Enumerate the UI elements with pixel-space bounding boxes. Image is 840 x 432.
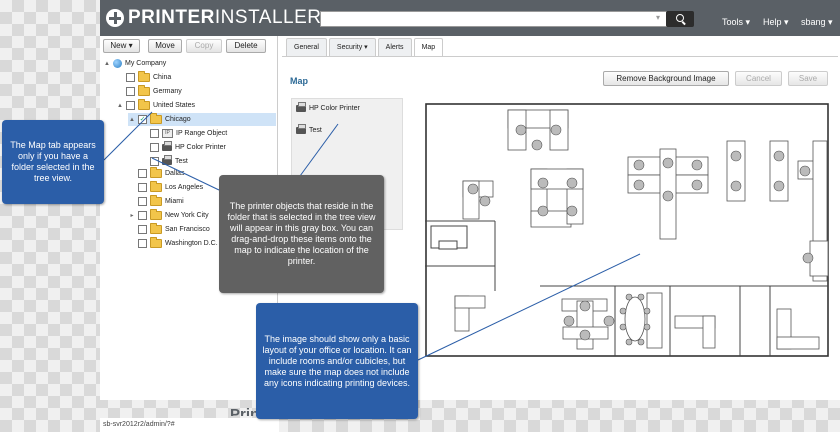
checkbox-checked[interactable]: ✓ xyxy=(138,115,147,124)
tab-security[interactable]: Security ▾ xyxy=(328,38,376,56)
tree-item-label: Dallas xyxy=(165,170,185,177)
tree-item-label: Chicago xyxy=(165,116,191,123)
menu-help[interactable]: Help ▾ xyxy=(763,17,789,28)
expand-icon[interactable]: ▸ xyxy=(128,212,136,219)
tab-map[interactable]: Map xyxy=(413,38,444,57)
folder-icon xyxy=(150,223,162,234)
search-dropdown-icon[interactable]: ▾ xyxy=(656,13,660,22)
checkbox[interactable] xyxy=(138,183,147,192)
folder-icon xyxy=(150,181,162,192)
draggable-printer-hp-color[interactable]: HP Color Printer xyxy=(296,102,360,112)
tree-item-label: My Company xyxy=(125,60,167,67)
printer-label: Test xyxy=(309,127,322,134)
tree-item-label: New York City xyxy=(165,212,209,219)
tree-item-dallas[interactable]: Dallas xyxy=(128,167,184,180)
tree-item-label: HP Color Printer xyxy=(175,144,226,151)
collapse-icon[interactable]: ▲ xyxy=(103,61,111,67)
checkbox[interactable] xyxy=(150,129,159,138)
remove-background-image-button[interactable]: Remove Background Image xyxy=(603,71,729,86)
tree-item-ip-range-object[interactable]: IP IP Range Object xyxy=(140,127,227,140)
map-title: Map xyxy=(290,76,308,86)
tree-item-united-states[interactable]: ▲ United States xyxy=(116,99,195,112)
checkbox[interactable] xyxy=(126,101,135,110)
tree-item-label: San Francisco xyxy=(165,226,210,233)
folder-icon xyxy=(150,195,162,206)
folder-icon xyxy=(150,209,162,220)
tree-item-washington-dc[interactable]: Washington D.C. xyxy=(128,237,218,250)
globe-icon xyxy=(113,59,122,68)
collapse-icon[interactable]: ▲ xyxy=(116,103,124,109)
tree-item-label: Miami xyxy=(165,198,184,205)
tab-alerts[interactable]: Alerts xyxy=(377,38,412,56)
tree-item-label: United States xyxy=(153,102,196,109)
tree-item-chicago[interactable]: ▲ ✓ Chicago xyxy=(128,113,276,126)
top-bar: PRINTER INSTALLER ▾ Tools ▾ Help ▾ sbang… xyxy=(100,0,840,36)
tree-item-germany[interactable]: Germany xyxy=(116,85,182,98)
tree-item-hp-color-printer[interactable]: HP Color Printer xyxy=(140,141,226,154)
status-url: sb-svr2012r2/admin/?# xyxy=(100,418,279,432)
checkbox[interactable] xyxy=(138,239,147,248)
folder-icon xyxy=(138,99,150,110)
callout-background-image: The image should show only a basic layou… xyxy=(256,303,418,419)
printer-label: HP Color Printer xyxy=(309,105,360,112)
tree-item-label: Germany xyxy=(153,88,182,95)
folder-icon xyxy=(150,113,162,124)
tree-item-label: Los Angeles xyxy=(165,184,204,191)
cancel-button[interactable]: Cancel xyxy=(735,71,782,86)
save-button[interactable]: Save xyxy=(788,71,828,86)
printer-icon xyxy=(296,124,306,134)
folder-icon xyxy=(138,71,150,82)
tree-item-my-company[interactable]: ▲ My Company xyxy=(103,57,166,70)
logo-text-light: INSTALLER xyxy=(214,7,322,28)
checkbox[interactable] xyxy=(138,197,147,206)
folder-icon xyxy=(138,85,150,96)
logo-plus-icon xyxy=(106,9,124,27)
copy-button[interactable]: Copy xyxy=(186,39,222,53)
checkbox[interactable] xyxy=(138,211,147,220)
tree-item-label: Washington D.C. xyxy=(165,240,218,247)
ip-range-icon: IP xyxy=(162,129,173,138)
move-button[interactable]: Move xyxy=(148,39,182,53)
tab-bar: General Security ▾ Alerts Map xyxy=(286,38,445,57)
logo-text-bold: PRINTER xyxy=(128,7,215,28)
folder-icon xyxy=(150,237,162,248)
tree-item-label: Test xyxy=(175,158,188,165)
callout-map-tab: The Map tab appears only if you have a f… xyxy=(2,120,104,204)
tree-item-los-angeles[interactable]: Los Angeles xyxy=(128,181,203,194)
printer-installer-app: PRINTER INSTALLER ▾ Tools ▾ Help ▾ sbang… xyxy=(100,0,840,432)
new-button[interactable]: New ▾ xyxy=(103,39,140,53)
tree-item-new-york-city[interactable]: ▸ New York City xyxy=(128,209,209,222)
logo: PRINTER INSTALLER xyxy=(106,7,321,29)
folder-icon xyxy=(150,167,162,178)
tree-item-miami[interactable]: Miami xyxy=(128,195,184,208)
draggable-printer-test[interactable]: Test xyxy=(296,124,322,134)
search-input[interactable]: ▾ xyxy=(320,11,667,27)
printer-icon xyxy=(296,102,306,112)
delete-button[interactable]: Delete xyxy=(226,39,266,53)
search-icon xyxy=(676,14,684,22)
checkbox[interactable] xyxy=(126,87,135,96)
checkbox[interactable] xyxy=(150,143,159,152)
collapse-icon[interactable]: ▲ xyxy=(128,117,136,123)
tree-item-china[interactable]: China xyxy=(116,71,171,84)
search-button[interactable] xyxy=(666,11,694,27)
printer-icon xyxy=(162,141,172,151)
menu-user[interactable]: sbang ▾ xyxy=(801,17,833,28)
callout-printer-objects: The printer objects that reside in the f… xyxy=(219,175,384,293)
tree-item-label: IP Range Object xyxy=(176,130,228,137)
tree-item-san-francisco[interactable]: San Francisco xyxy=(128,223,210,236)
tab-general[interactable]: General xyxy=(286,38,327,56)
floor-plan-map[interactable] xyxy=(425,101,830,361)
checkbox[interactable] xyxy=(150,157,159,166)
printer-icon xyxy=(162,155,172,165)
checkbox[interactable] xyxy=(138,169,147,178)
tab-divider xyxy=(282,56,838,57)
tree-item-label: China xyxy=(153,74,172,81)
checkbox[interactable] xyxy=(126,73,135,82)
checkbox[interactable] xyxy=(138,225,147,234)
menu-tools[interactable]: Tools ▾ xyxy=(722,17,750,28)
